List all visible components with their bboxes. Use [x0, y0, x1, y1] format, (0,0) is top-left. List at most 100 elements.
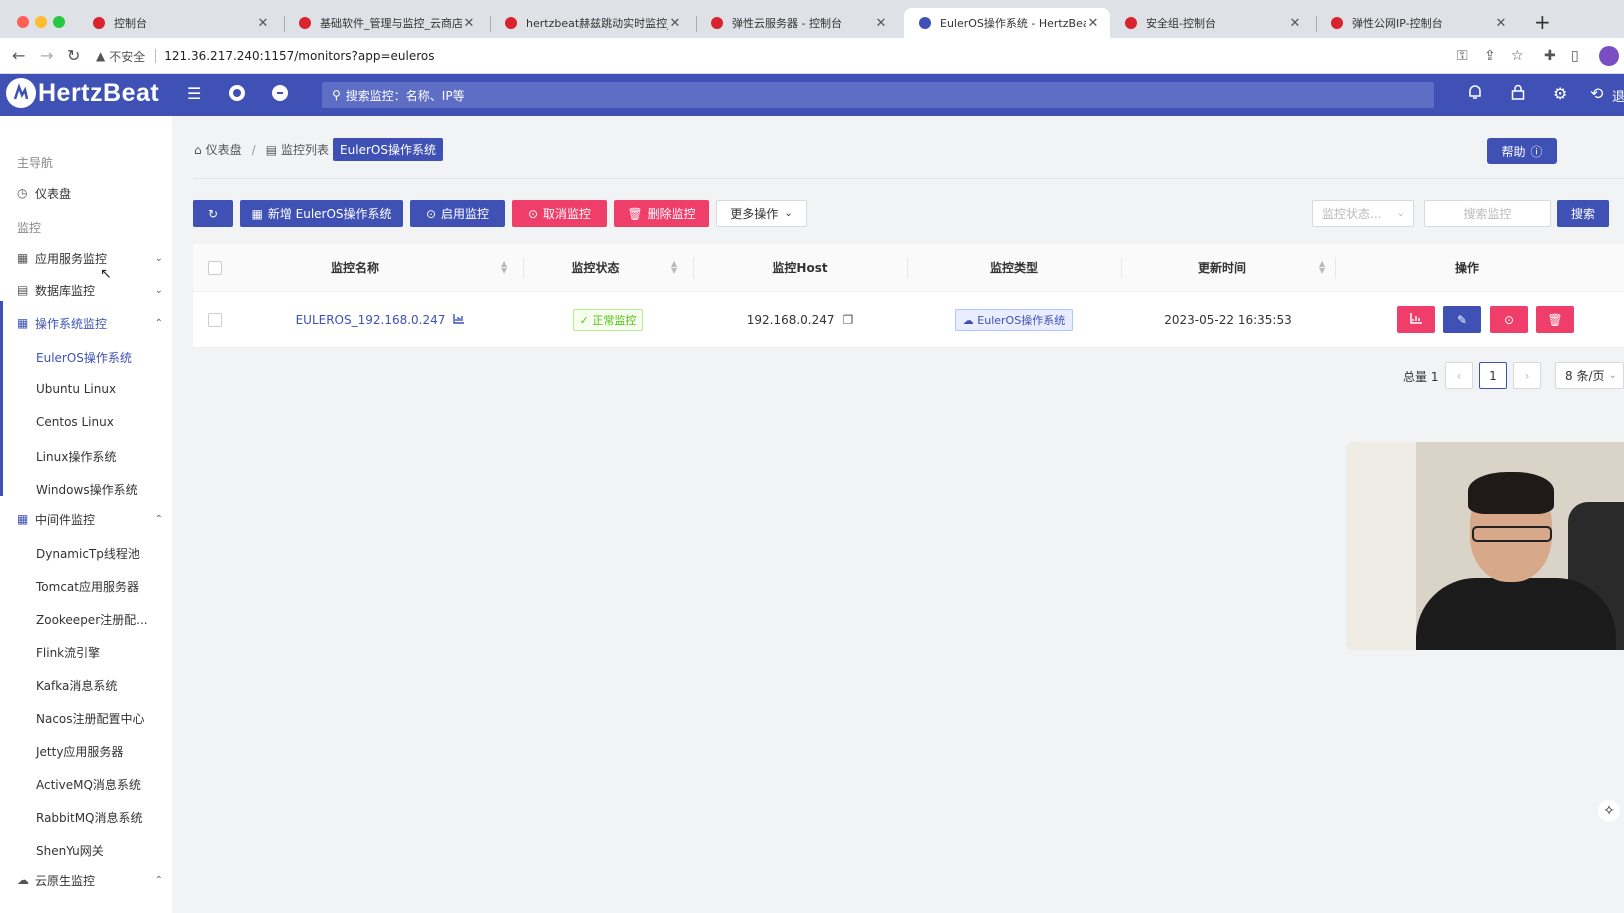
github-icon[interactable]	[228, 84, 246, 106]
sidebar-item-euleros[interactable]: EulerOS操作系统	[36, 349, 132, 366]
sidebar-item-dynamictp[interactable]: DynamicTp线程池	[36, 545, 140, 562]
breadcrumb-monitor-list[interactable]: 监控列表	[281, 141, 329, 158]
page-size-select[interactable]: 8 条/页 ⌄	[1555, 362, 1624, 389]
sidebar-group-cloud-native[interactable]: ☁ 云原生监控 ⌃	[17, 870, 163, 890]
more-actions-dropdown[interactable]: 更多操作 ⌄	[716, 200, 807, 227]
close-tab-icon[interactable]: ✕	[1494, 16, 1508, 31]
refresh-button[interactable]: ↻	[193, 200, 233, 227]
column-header-status[interactable]: 监控状态	[523, 244, 668, 291]
logout-text[interactable]: 退	[1612, 86, 1624, 105]
new-tab-icon[interactable]: +	[1534, 12, 1551, 32]
sidebar-item-tomcat[interactable]: Tomcat应用服务器	[36, 578, 139, 595]
delete-monitor-button[interactable]: 🗑 删除监控	[614, 200, 709, 227]
browser-tab[interactable]: 弹性公网IP-控制台 ✕	[1316, 8, 1518, 38]
sidebar-item-dashboard[interactable]: ◷ 仪表盘	[17, 183, 163, 203]
forward-arrow-icon[interactable]: →	[40, 46, 53, 65]
middleware-icon: ▦	[17, 512, 29, 526]
prev-page-button[interactable]: ‹	[1445, 362, 1473, 389]
close-tab-icon[interactable]: ✕	[1086, 16, 1100, 31]
search-button[interactable]: 搜索	[1557, 200, 1609, 227]
question-circle-icon: ⓘ	[1530, 144, 1543, 159]
browser-tab[interactable]: 安全组-控制台 ✕	[1110, 8, 1312, 38]
sidebar-item-zookeeper[interactable]: Zookeeper注册配...	[36, 611, 148, 628]
close-tab-icon[interactable]: ✕	[668, 16, 682, 31]
back-arrow-icon[interactable]: ←	[12, 46, 25, 65]
copy-icon[interactable]: ❐	[843, 313, 854, 327]
add-monitor-button[interactable]: ▦ 新增 EulerOS操作系统	[240, 200, 403, 227]
key-icon[interactable]: ⚿	[1457, 48, 1468, 64]
chevron-up-icon: ⌃	[154, 513, 163, 525]
sidebar-item-kafka[interactable]: Kafka消息系统	[36, 677, 117, 694]
close-tab-icon[interactable]: ✕	[256, 16, 270, 31]
lock-icon[interactable]	[1511, 84, 1525, 104]
status-filter-select[interactable]: 监控状态... ⌄	[1312, 200, 1414, 227]
sidepanel-icon[interactable]: ▯	[1571, 48, 1579, 64]
close-tab-icon[interactable]: ✕	[874, 16, 888, 31]
sidebar-group-database[interactable]: ▤ 数据库监控 ⌄	[17, 280, 163, 300]
sidebar-item-windows[interactable]: Windows操作系统	[36, 481, 138, 498]
select-all-checkbox[interactable]	[208, 260, 222, 275]
logo[interactable]: HertzBeat	[6, 78, 159, 108]
url-field[interactable]: ▲ 不安全 121.36.217.240:1157/monitors?app=e…	[96, 44, 1446, 68]
edit-button[interactable]: ✎	[1443, 306, 1481, 333]
minimize-window-button[interactable]	[35, 16, 47, 28]
sidebar-item-nacos[interactable]: Nacos注册配置中心	[36, 710, 145, 727]
browser-tab[interactable]: 基础软件_管理与监控_云商店-华 ✕	[284, 8, 486, 38]
browser-tab[interactable]: 弹性云服务器 - 控制台 ✕	[696, 8, 898, 38]
sidebar-item-centos[interactable]: Centos Linux	[36, 415, 114, 429]
star-icon[interactable]: ☆	[1511, 48, 1524, 64]
bell-icon[interactable]	[1468, 84, 1482, 104]
sidebar-item-rabbitmq[interactable]: RabbitMQ消息系统	[36, 809, 143, 826]
close-tab-icon[interactable]: ✕	[1288, 16, 1302, 31]
monitor-name-link[interactable]: EULEROS_192.168.0.247	[237, 292, 523, 347]
menu-toggle-icon[interactable]: ☰	[187, 84, 201, 103]
profile-avatar[interactable]	[1599, 46, 1619, 66]
sidebar-item-shenyu[interactable]: ShenYu网关	[36, 842, 104, 859]
page-number[interactable]: 1	[1479, 362, 1507, 389]
search-monitor-input[interactable]	[1424, 200, 1551, 227]
sidebar-group-app-service[interactable]: ▦ 应用服务监控 ⌄	[17, 248, 163, 268]
reload-icon[interactable]: ↻	[67, 46, 80, 65]
gear-icon[interactable]: ⚙	[1553, 84, 1567, 103]
tab-label: 安全组-控制台	[1146, 17, 1216, 30]
sidebar-group-os[interactable]: ▦ 操作系统监控 ⌃	[17, 313, 163, 333]
tab-label: hertzbeat赫兹跳动实时监控_监	[526, 17, 668, 30]
global-search-input[interactable]: ⚲ 搜索监控：名称、IP等	[322, 82, 1434, 108]
logout-icon[interactable]: ⟲	[1590, 84, 1603, 103]
view-chart-button[interactable]	[1397, 306, 1435, 333]
chart-icon[interactable]	[453, 313, 465, 327]
help-button[interactable]: 帮助 ⓘ	[1487, 138, 1557, 164]
sidebar-group-middleware[interactable]: ▦ 中间件监控 ⌃	[17, 509, 163, 529]
browser-tab-active[interactable]: EulerOS操作系统 - HertzBeat ✕	[904, 8, 1110, 38]
magic-wand-icon[interactable]: ✧	[1598, 800, 1620, 822]
warning-icon: ▲	[96, 49, 106, 63]
maximize-window-button[interactable]	[53, 16, 65, 28]
gitee-icon[interactable]	[271, 84, 289, 106]
cancel-monitor-button[interactable]: ⊙ 取消监控	[512, 200, 607, 227]
close-tab-icon[interactable]: ✕	[462, 16, 476, 31]
sort-icon[interactable]: ▲ ▼	[1319, 260, 1325, 275]
sort-icon[interactable]: ▲ ▼	[671, 260, 677, 275]
column-header-name[interactable]: 监控名称	[237, 244, 473, 291]
delete-row-button[interactable]: 🗑	[1536, 306, 1574, 333]
sidebar-item-jetty[interactable]: Jetty应用服务器	[36, 743, 123, 760]
breadcrumb-dashboard[interactable]: 仪表盘	[206, 141, 242, 158]
webcam-window-light	[1346, 442, 1416, 650]
pause-monitor-button[interactable]: ⊙	[1490, 306, 1528, 333]
column-header-updated[interactable]: 更新时间	[1121, 244, 1323, 291]
browser-tab[interactable]: hertzbeat赫兹跳动实时监控_监 ✕	[490, 8, 692, 38]
share-icon[interactable]: ⇪	[1484, 48, 1496, 64]
next-page-button[interactable]: ›	[1513, 362, 1541, 389]
sidebar-item-linux[interactable]: Linux操作系统	[36, 448, 116, 465]
row-checkbox[interactable]	[208, 312, 222, 327]
sort-icon[interactable]: ▲ ▼	[501, 260, 507, 275]
sidebar-item-activemq[interactable]: ActiveMQ消息系统	[36, 776, 141, 793]
extensions-icon[interactable]: ✚	[1544, 48, 1556, 64]
sidebar-item-ubuntu[interactable]: Ubuntu Linux	[36, 382, 116, 396]
sidebar-item-flink[interactable]: Flink流引擎	[36, 644, 100, 661]
type-badge-label: EulerOS操作系统	[977, 313, 1066, 327]
webcam-person-glasses	[1472, 526, 1552, 542]
browser-tab[interactable]: 控制台 ✕	[78, 8, 280, 38]
close-window-button[interactable]	[17, 16, 29, 28]
enable-monitor-button[interactable]: ⊙ 启用监控	[410, 200, 505, 227]
